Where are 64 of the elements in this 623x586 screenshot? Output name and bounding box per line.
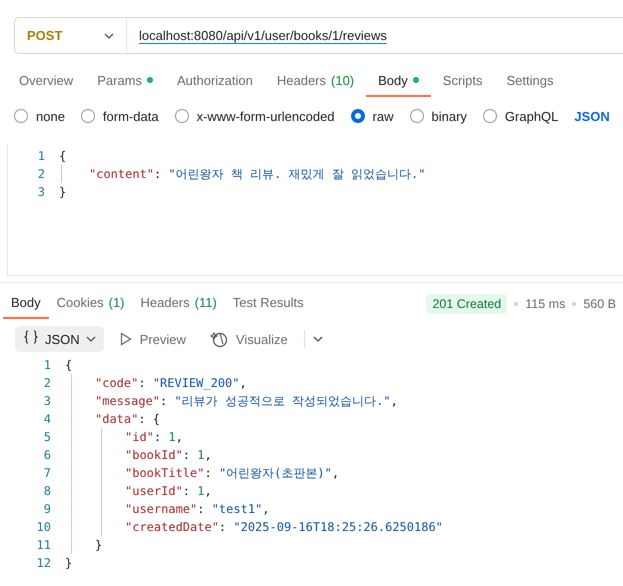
more-options-icon [312,336,323,342]
body-type-radio[interactable]: GraphQL [482,108,558,124]
line-number: 4 [42,412,52,426]
line-number: 3 [42,394,52,408]
code-line: "content": "어린왕자 책 리뷰. 재밌게 잘 읽었습니다." [89,166,426,182]
response-tab[interactable]: Headers (11) [132,288,225,319]
chevron-down-icon [86,336,96,342]
separator-dot-icon [572,302,576,306]
response-tab[interactable]: Body [3,288,49,319]
response-tab[interactable]: Cookies (1) [48,288,132,319]
visualize-button[interactable]: Visualize [202,330,296,348]
line-number: 8 [42,484,52,498]
body-type-radio[interactable]: x-www-form-urlencoded [174,108,335,124]
line-number: 2 [42,376,52,390]
line-number: 2 [36,167,46,181]
request-tab[interactable]: Scripts [430,65,495,97]
code-editor[interactable]: 1 { 2 "content": "어린왕자 책 리뷰. 재밌게 잘 읽었습니다." 3 } [7,144,623,276]
code-line: } [95,538,102,552]
body-type-radio[interactable]: raw [350,108,394,124]
code-line: "userId": 1, [125,484,212,498]
body-type-radio[interactable]: form-data [80,108,159,124]
preview-button[interactable]: Preview [112,332,194,346]
code-line: { [65,358,72,372]
line-number: 12 [36,556,52,570]
line-number: 9 [42,502,52,516]
code-line: "data": { [95,412,160,426]
chevron-down-icon [104,32,114,38]
code-line: "createdDate": "2025-09-16T18:25:26.6250186" [125,520,443,534]
code-line: "code": "REVIEW_200", [95,376,247,390]
line-number: 6 [42,448,52,462]
sparkle-circle-icon [210,330,228,348]
code-line: } [65,556,72,570]
status-code: 201 Created [426,294,508,314]
code-line: "bookId": 1, [125,448,212,462]
code-line: "id": 1, [125,430,183,444]
line-number: 10 [36,520,52,534]
url-input[interactable]: localhost:8080/api/v1/user/books/1/reviews [127,28,387,43]
separator-dot-icon [514,302,518,306]
response-size: 560 B [583,296,616,310]
request-tab[interactable]: Body [366,65,431,97]
format-dropdown[interactable]: JSON [15,326,104,352]
request-tab[interactable]: Headers (10) [264,65,366,97]
line-number: 11 [36,538,52,552]
code-line: "username": "test1", [125,502,270,516]
code-line: { [59,149,66,163]
format-dropdown[interactable]: JSON [574,108,610,124]
line-number: 5 [42,430,52,444]
line-number: 1 [42,358,52,372]
response-time: 115 ms [525,296,566,310]
request-tab[interactable]: Overview [7,65,86,97]
code-line: } [59,185,66,199]
request-tab[interactable]: Authorization [164,65,265,97]
play-icon [120,332,132,346]
response-tab[interactable]: Test Results [224,288,312,319]
code-line: "bookTitle": "어린왕자(초판본)", [125,464,340,482]
body-type-radio[interactable]: none [14,108,65,124]
line-number: 3 [36,185,46,199]
line-number: 1 [36,149,46,163]
body-type-radio[interactable]: binary [410,108,467,124]
request-tab[interactable]: Settings [494,65,566,97]
method-dropdown[interactable]: POST [15,18,127,53]
code-line: "message": "리뷰가 성공적으로 작성되었습니다.", [95,392,398,410]
line-number: 7 [42,466,52,480]
request-tab[interactable]: Params [85,65,165,97]
